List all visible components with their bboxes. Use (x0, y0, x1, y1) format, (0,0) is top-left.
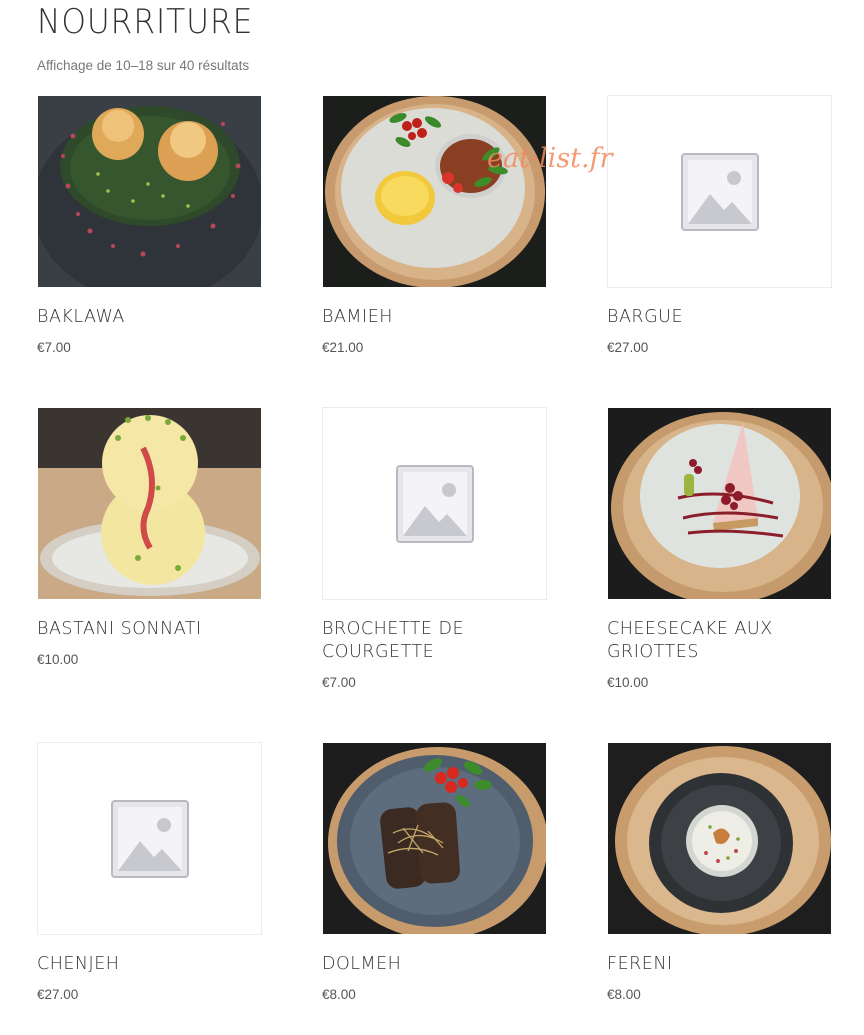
product-price: €10.00 (607, 675, 649, 690)
bastani-photo (38, 408, 261, 599)
baklawa-photo (38, 96, 261, 287)
product-price: €7.00 (322, 675, 356, 690)
product-card-bastani-sonnati[interactable]: BASTANI SONNATI €10.00 (37, 407, 262, 667)
product-price: €27.00 (37, 987, 79, 1002)
product-card-bargue[interactable]: BARGUE €27.00 (607, 95, 832, 355)
watermark-text: eat-list.fr (487, 143, 613, 174)
product-image-chenjeh[interactable] (37, 742, 262, 935)
product-image-dolmeh[interactable] (322, 742, 547, 935)
product-name[interactable]: FERENI (607, 953, 832, 976)
fereni-photo (608, 743, 831, 934)
placeholder-icon (681, 153, 759, 231)
product-price: €27.00 (607, 340, 649, 355)
result-count: Affichage de 10–18 sur 40 résultats (37, 58, 250, 73)
product-image-fereni[interactable] (607, 742, 832, 935)
product-name[interactable]: BAKLAWA (37, 306, 262, 329)
placeholder-icon (396, 465, 474, 543)
product-price: €8.00 (607, 987, 641, 1002)
product-card-dolmeh[interactable]: DOLMEH €8.00 (322, 742, 547, 1002)
page-title: NOURRITURE (37, 2, 254, 42)
product-image-cheesecake-aux-griottes[interactable] (607, 407, 832, 600)
product-image-bamieh[interactable] (322, 95, 547, 288)
product-card-baklawa[interactable]: BAKLAWA €7.00 (37, 95, 262, 355)
product-card-chenjeh[interactable]: CHENJEH €27.00 (37, 742, 262, 1002)
product-name[interactable]: CHENJEH (37, 953, 262, 976)
product-card-cheesecake-aux-griottes[interactable]: CHEESECAKE AUX GRIOTTES €10.00 (607, 407, 832, 690)
product-image-brochette-de-courgette[interactable] (322, 407, 547, 600)
product-image-baklawa[interactable] (37, 95, 262, 288)
product-name[interactable]: BASTANI SONNATI (37, 618, 262, 641)
product-price: €21.00 (322, 340, 364, 355)
product-name[interactable]: BAMIEH (322, 306, 547, 329)
product-name[interactable]: BARGUE (607, 306, 832, 329)
product-price: €10.00 (37, 652, 79, 667)
bamieh-photo (323, 96, 546, 287)
product-name[interactable]: DOLMEH (322, 953, 547, 976)
product-image-bargue[interactable] (607, 95, 832, 288)
cheesecake-photo (608, 408, 831, 599)
placeholder-icon (111, 800, 189, 878)
product-card-bamieh[interactable]: BAMIEH €21.00 (322, 95, 547, 355)
product-name[interactable]: CHEESECAKE AUX GRIOTTES (607, 618, 832, 664)
product-price: €7.00 (37, 340, 71, 355)
product-name[interactable]: BROCHETTE DE COURGETTE (322, 618, 547, 664)
product-price: €8.00 (322, 987, 356, 1002)
product-image-bastani-sonnati[interactable] (37, 407, 262, 600)
dolmeh-photo (323, 743, 546, 934)
product-card-fereni[interactable]: FERENI €8.00 (607, 742, 832, 1002)
product-card-brochette-de-courgette[interactable]: BROCHETTE DE COURGETTE €7.00 (322, 407, 547, 690)
